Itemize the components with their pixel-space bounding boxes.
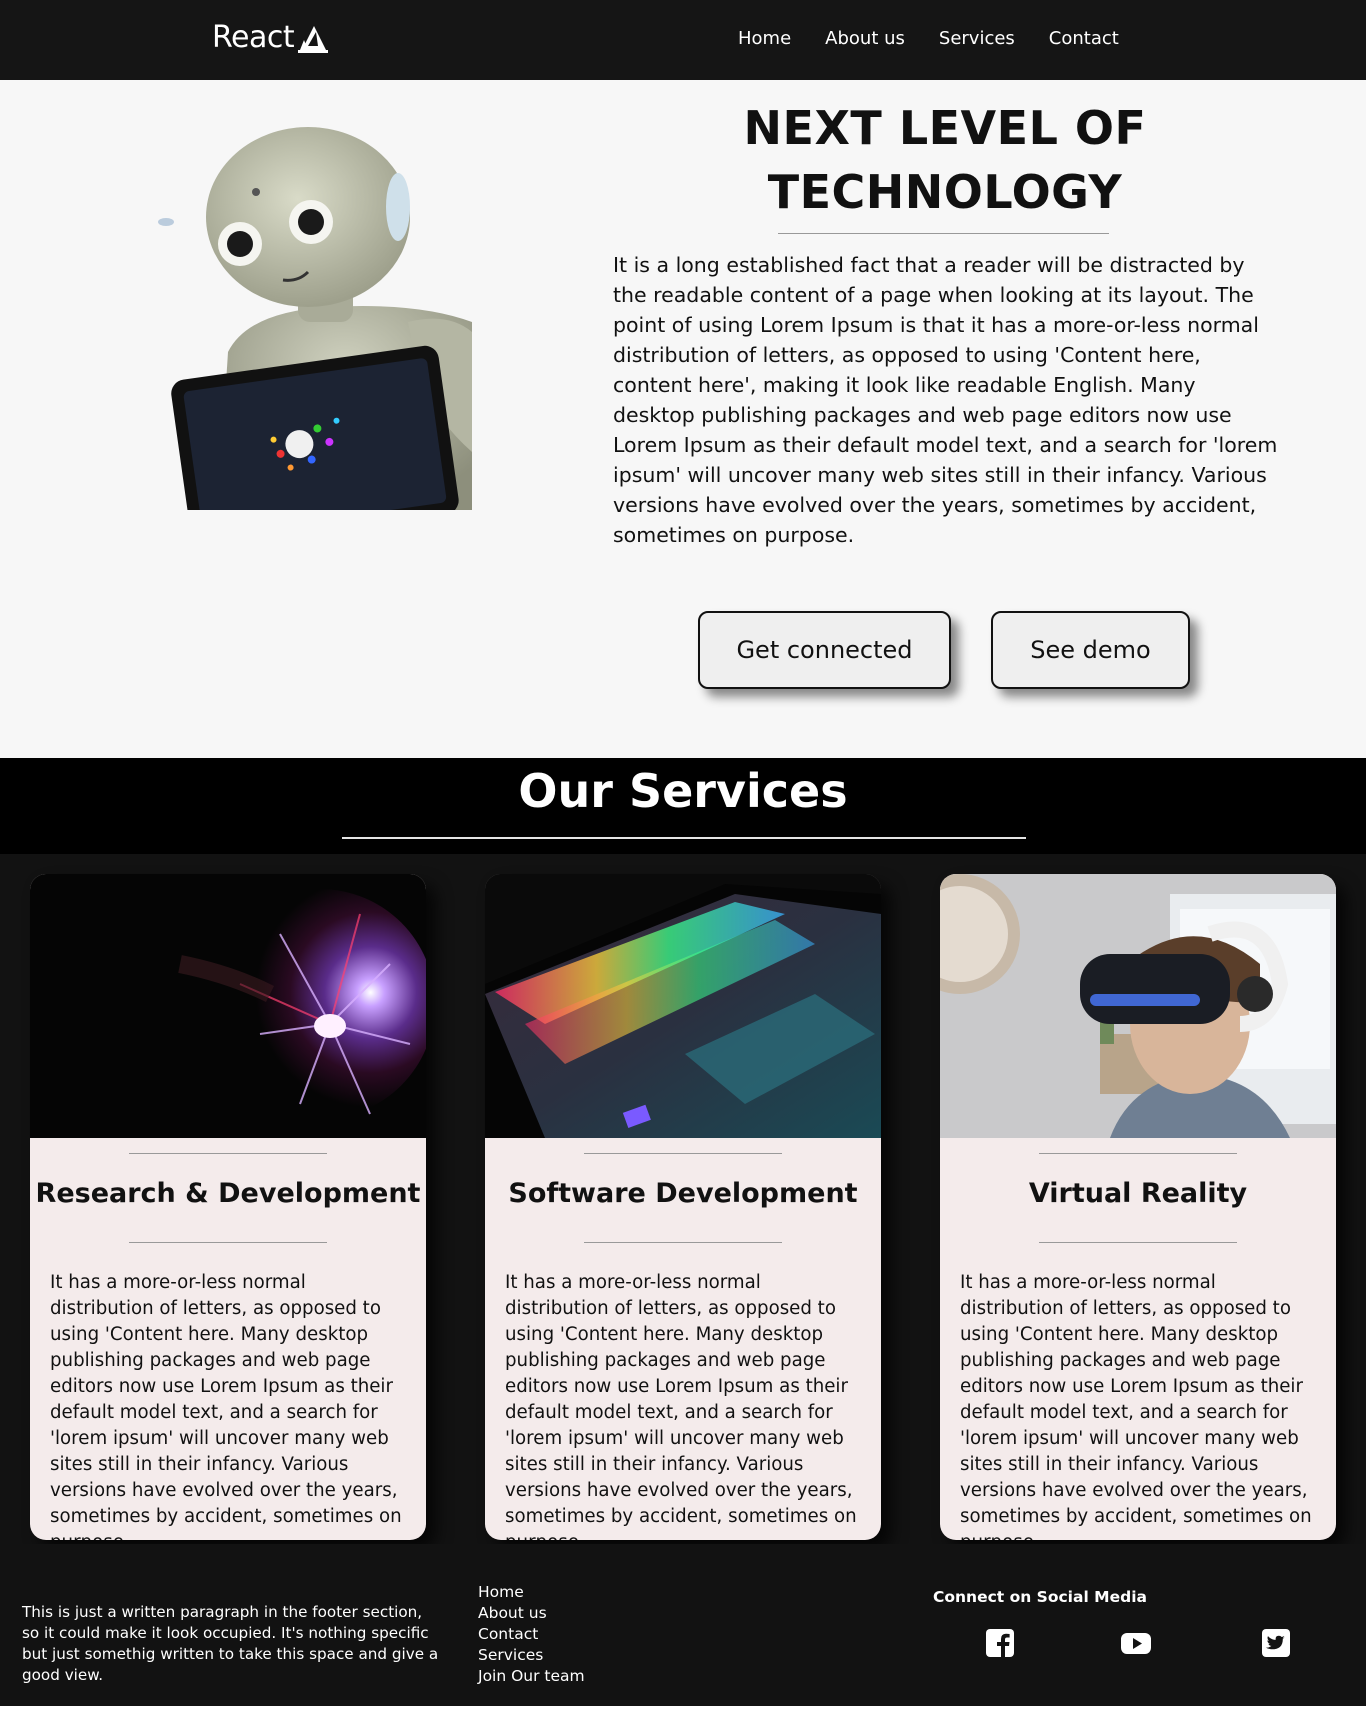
card-description: It has a more-or-less normal distributio… (505, 1272, 857, 1540)
card-description: It has a more-or-less normal distributio… (50, 1272, 402, 1540)
card-divider-bottom (129, 1242, 327, 1243)
services-title: Our Services (518, 764, 848, 818)
card-divider-top (584, 1153, 782, 1154)
vr-headset-boy-image (940, 874, 1336, 1138)
nav-home[interactable]: Home (738, 28, 791, 49)
services-header: Our Services (0, 758, 1366, 854)
nav-contact[interactable]: Contact (1049, 28, 1119, 49)
hero-divider (778, 233, 1109, 234)
hero-title: NEXT LEVEL OF TECHNOLOGY (700, 96, 1190, 224)
twitter-icon[interactable] (1261, 1628, 1291, 1658)
service-card-software: Software Development It has a more-or-le… (485, 874, 881, 1540)
card-title: Software Development (508, 1178, 858, 1209)
footer-paragraph: This is just a written paragraph in the … (22, 1603, 439, 1684)
footer: This is just a written paragraph in the … (0, 1544, 1366, 1706)
hero-description: It is a long established fact that a rea… (613, 253, 1278, 547)
service-card-vr: Virtual Reality It has a more-or-less no… (940, 874, 1336, 1540)
card-divider-top (129, 1153, 327, 1154)
footer-link-contact[interactable]: Contact (478, 1624, 585, 1645)
logo[interactable]: React (212, 20, 329, 55)
service-card-research: Research & Development It has a more-or-… (30, 874, 426, 1540)
footer-nav: Home About us Contact Services Join Our … (478, 1582, 585, 1687)
footer-link-about-us[interactable]: About us (478, 1603, 585, 1624)
card-divider-bottom (1039, 1242, 1237, 1243)
card-title: Virtual Reality (1028, 1178, 1248, 1209)
youtube-icon[interactable] (1121, 1628, 1151, 1658)
see-demo-button[interactable]: See demo (991, 611, 1190, 689)
get-connected-button[interactable]: Get connected (698, 611, 951, 689)
card-title: Research & Development (35, 1178, 421, 1209)
hero-title-line2: TECHNOLOGY (767, 165, 1123, 219)
footer-link-join-team[interactable]: Join Our team (478, 1666, 585, 1687)
logo-text: React (212, 20, 295, 55)
card-description: It has a more-or-less normal distributio… (960, 1272, 1312, 1540)
plasma-ball-image (30, 874, 426, 1138)
social-title: Connect on Social Media (933, 1588, 1147, 1606)
card-divider-bottom (584, 1242, 782, 1243)
rgb-laptop-keyboard-image (485, 874, 881, 1138)
hero-title-line1: NEXT LEVEL OF (743, 101, 1147, 155)
facebook-icon[interactable] (985, 1628, 1015, 1658)
nav-services[interactable]: Services (939, 28, 1015, 49)
main-nav: Home About us Services Contact (738, 28, 1153, 49)
hero-section: NEXT LEVEL OF TECHNOLOGY It is a long es… (0, 80, 1366, 758)
robot-image (158, 127, 472, 510)
footer-link-services[interactable]: Services (478, 1645, 585, 1666)
services-divider (342, 837, 1026, 839)
footer-link-home[interactable]: Home (478, 1582, 585, 1603)
logo-icon (298, 25, 329, 53)
card-divider-top (1039, 1153, 1237, 1154)
nav-about-us[interactable]: About us (825, 28, 905, 49)
navbar: React Home About us Services Contact (0, 0, 1366, 80)
